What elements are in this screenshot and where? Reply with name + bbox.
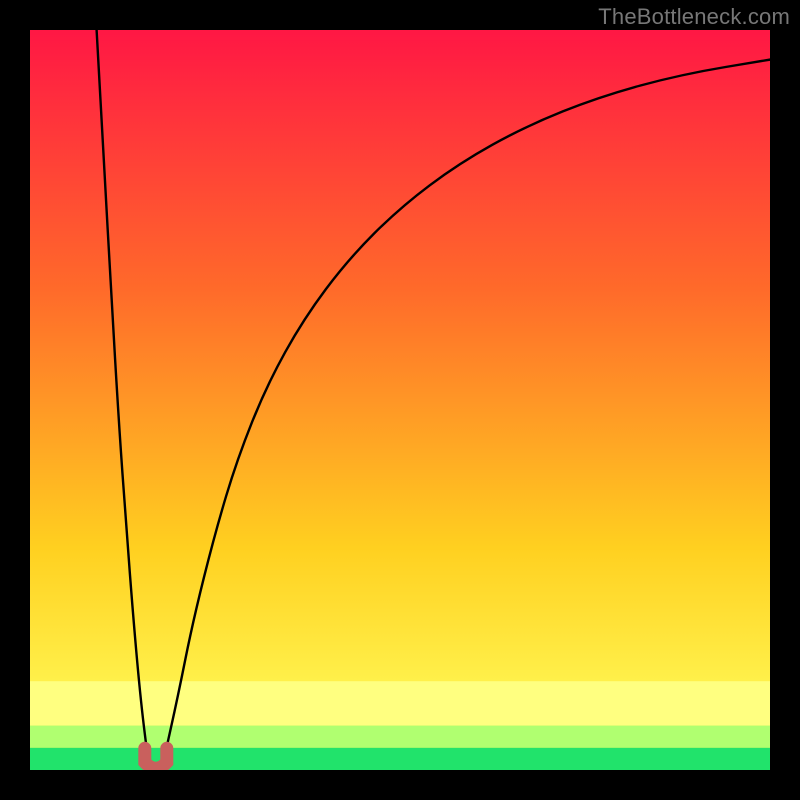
bottleneck-curve-chart xyxy=(30,30,770,770)
outer-frame: TheBottleneck.com xyxy=(0,0,800,800)
gradient-background xyxy=(30,30,770,770)
chart-plot-area xyxy=(30,30,770,770)
watermark-text: TheBottleneck.com xyxy=(598,4,790,30)
